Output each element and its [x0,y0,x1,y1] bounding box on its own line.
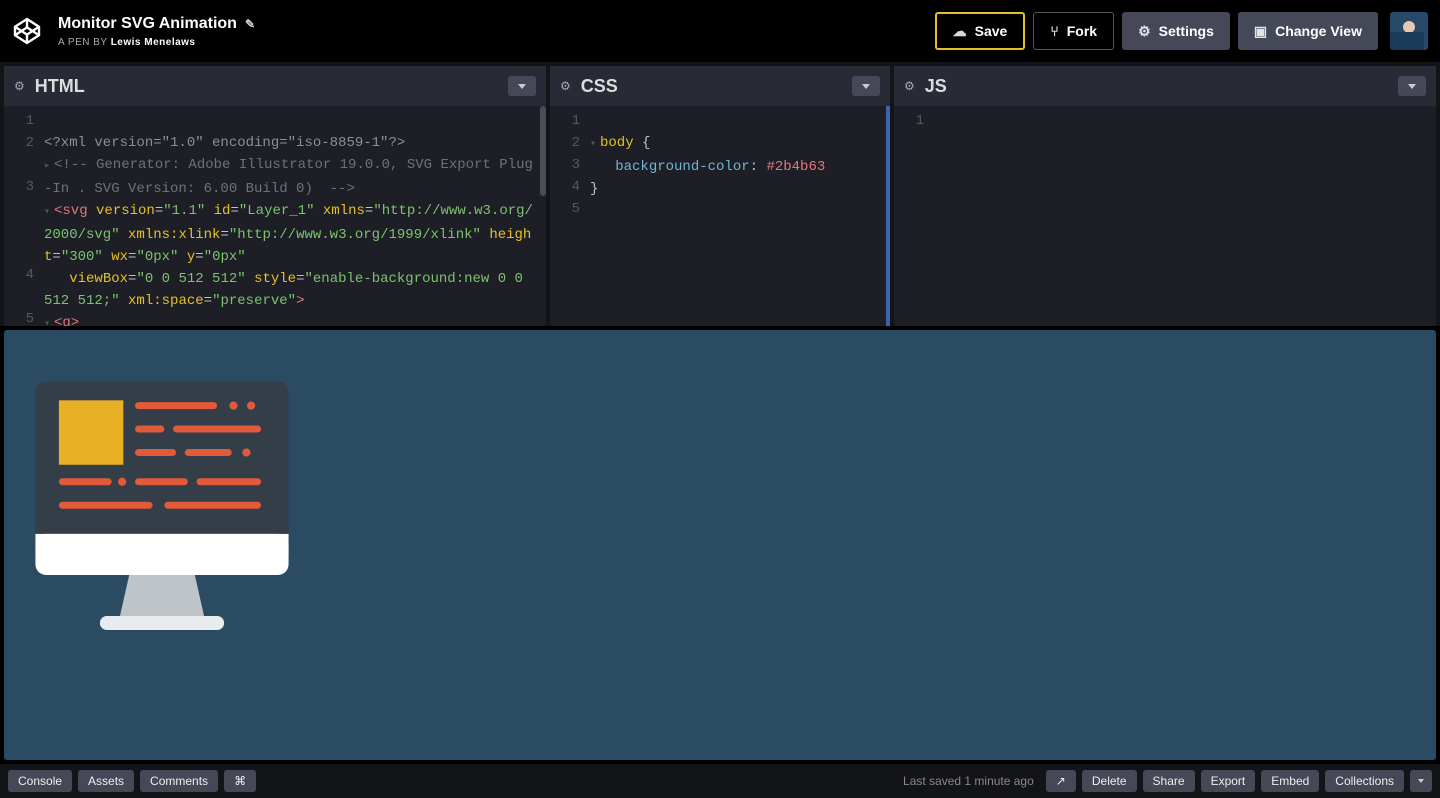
editors-row: ⚙ HTML 1 2 3 4 5 <?xml version="1.0" enc… [0,62,1440,326]
last-saved-text: Last saved 1 minute ago [903,774,1034,788]
fork-label: Fork [1067,23,1097,39]
css-gutter: 1 2 3 4 5 [550,110,590,326]
settings-button[interactable]: ⚙ Settings [1122,12,1230,50]
title-block: Monitor SVG Animation ✎ A PEN BY Lewis M… [58,15,935,48]
footer-bar: Console Assets Comments ⌘ Last saved 1 m… [0,764,1440,798]
html-panel-header: ⚙ HTML [4,66,546,106]
css-code[interactable]: ▾body { background-color: #2b4b63 } [590,110,890,326]
change-view-label: Change View [1275,23,1362,39]
edit-title-icon[interactable]: ✎ [245,17,255,31]
fork-icon: ⑂ [1050,23,1058,39]
console-button[interactable]: Console [8,770,72,792]
gear-icon: ⚙ [1138,23,1151,40]
monitor-svg-preview [12,364,312,664]
html-panel: ⚙ HTML 1 2 3 4 5 <?xml version="1.0" enc… [4,66,546,326]
js-gutter: 1 [894,110,934,326]
css-menu-button[interactable] [852,76,880,96]
collections-dropdown[interactable] [1410,770,1432,792]
css-settings-icon[interactable]: ⚙ [560,79,571,93]
export-button[interactable]: Export [1201,770,1256,792]
js-panel-header: ⚙ JS [894,66,1436,106]
css-cursor-marker [886,106,890,326]
user-avatar[interactable] [1390,12,1428,50]
by-prefix: A PEN BY [58,37,107,48]
pen-title[interactable]: Monitor SVG Animation [58,15,237,33]
html-scrollbar[interactable] [540,106,546,196]
css-editor[interactable]: 1 2 3 4 5 ▾body { background-color: #2b4… [550,106,890,326]
collections-button[interactable]: Collections [1325,770,1404,792]
html-settings-icon[interactable]: ⚙ [14,79,25,93]
js-menu-button[interactable] [1398,76,1426,96]
html-menu-button[interactable] [508,76,536,96]
embed-button[interactable]: Embed [1261,770,1319,792]
fork-button[interactable]: ⑂ Fork [1033,12,1114,50]
js-editor[interactable]: 1 [894,106,1436,326]
js-code[interactable] [934,110,1436,326]
share-button[interactable]: Share [1143,770,1195,792]
html-title: HTML [35,76,85,97]
change-view-button[interactable]: ▣ Change View [1238,12,1378,50]
header-actions: ☁ Save ⑂ Fork ⚙ Settings ▣ Change View [935,12,1428,50]
author-link[interactable]: Lewis Menelaws [111,37,196,48]
css-panel: ⚙ CSS 1 2 3 4 5 ▾body { background-color… [550,66,890,326]
css-title: CSS [581,76,618,97]
html-editor[interactable]: 1 2 3 4 5 <?xml version="1.0" encoding="… [4,106,546,326]
js-settings-icon[interactable]: ⚙ [904,79,915,93]
layout-icon: ▣ [1254,23,1267,40]
app-header: Monitor SVG Animation ✎ A PEN BY Lewis M… [0,0,1440,62]
comments-button[interactable]: Comments [140,770,218,792]
delete-button[interactable]: Delete [1082,770,1137,792]
css-panel-header: ⚙ CSS [550,66,890,106]
save-label: Save [975,23,1008,39]
html-code[interactable]: <?xml version="1.0" encoding="iso-8859-1… [44,110,546,326]
js-title: JS [925,76,947,97]
js-panel: ⚙ JS 1 [894,66,1436,326]
save-button[interactable]: ☁ Save [935,12,1026,50]
assets-button[interactable]: Assets [78,770,134,792]
codepen-logo-icon[interactable] [12,16,42,46]
open-external-button[interactable]: ↗ [1046,770,1076,792]
external-link-icon: ↗ [1056,774,1066,788]
html-gutter: 1 2 3 4 5 [4,110,44,326]
settings-label: Settings [1159,23,1214,39]
preview-pane [4,330,1436,760]
cloud-icon: ☁ [953,23,967,40]
shortcuts-button[interactable]: ⌘ [224,770,256,792]
